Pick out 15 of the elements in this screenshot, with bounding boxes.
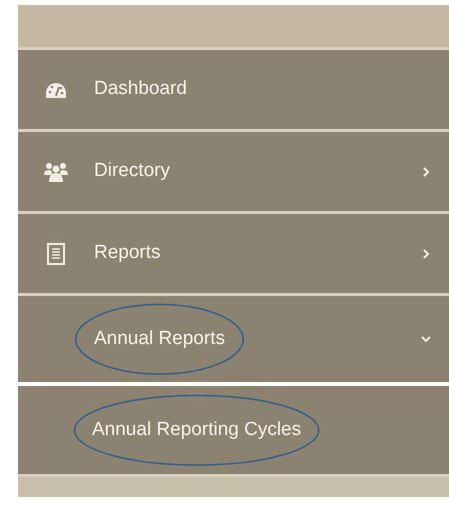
speedometer-icon xyxy=(45,81,67,98)
users-icon xyxy=(44,162,68,182)
menu-label: Annual Reports xyxy=(94,328,225,349)
menu-item[interactable]: Directory xyxy=(18,132,449,214)
menu-label: Dashboard xyxy=(94,78,187,100)
menu-item[interactable]: Reports xyxy=(18,214,449,296)
chevron-right-icon xyxy=(421,248,431,258)
chevron-right-icon xyxy=(421,166,431,176)
list-document-icon xyxy=(47,242,65,264)
chevron-down-icon xyxy=(421,334,431,344)
menu-label: Reports xyxy=(94,242,161,264)
menu-label: Annual Reporting Cycles xyxy=(92,418,302,440)
submenu-item[interactable]: Annual Reporting Cycles xyxy=(18,386,449,477)
menu-label: Directory xyxy=(94,160,170,182)
menu-item[interactable]: Dashboard xyxy=(18,50,449,132)
